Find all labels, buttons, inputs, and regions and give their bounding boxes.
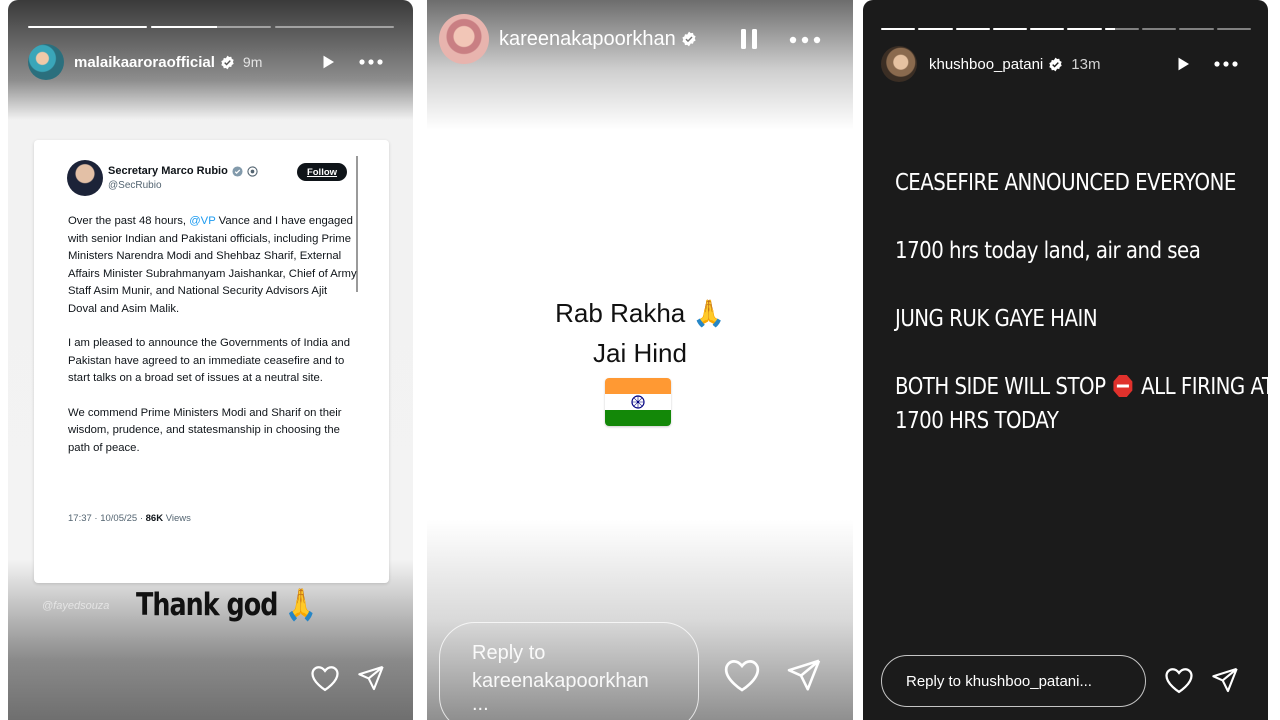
progress-segment — [1142, 28, 1177, 30]
reply-placeholder: ... — [472, 693, 489, 715]
story-kareenakapoorkhan[interactable]: kareenakapoorkhan Rab Rakha 🙏 Jai Hind R… — [427, 0, 853, 720]
story-header: kareenakapoorkhan — [439, 14, 697, 64]
pause-icon[interactable] — [738, 27, 760, 51]
tweet-views-count: 86K — [145, 513, 164, 524]
avatar[interactable] — [881, 46, 917, 82]
government-badge-icon — [247, 165, 258, 177]
tweet-author-name: Secretary Marco Rubio — [108, 165, 228, 177]
more-options-icon[interactable] — [1213, 54, 1239, 74]
reply-placeholder: kareenakapoorkhan — [472, 670, 649, 692]
tweet-paragraph: We commend Prime Ministers Modi and Shar… — [68, 406, 342, 454]
tweet-timestamp: 17:37 · 10/05/25 · — [68, 513, 146, 524]
stop-sign-icon — [1113, 375, 1133, 397]
heart-icon[interactable] — [723, 657, 761, 693]
progress-segment — [1104, 28, 1140, 30]
tweet-views-label: Views — [163, 513, 191, 524]
story-header: khushboo_patani 13m — [881, 46, 1100, 82]
story-text-line-5: 1700 HRS TODAY — [895, 408, 1059, 434]
verified-badge-icon — [1049, 57, 1062, 71]
username[interactable]: malaikaaroraofficial — [74, 54, 215, 71]
progress-segment — [274, 26, 394, 28]
verified-badge-icon — [232, 165, 243, 177]
story-header: malaikaaroraofficial 9m — [28, 44, 262, 80]
tweet-paragraph: Over the past 48 hours, @VP Vance and I … — [68, 213, 358, 318]
story-progress — [28, 26, 394, 29]
username[interactable]: kareenakapoorkhan — [499, 28, 676, 51]
progress-segment — [1030, 28, 1065, 30]
heart-icon[interactable] — [1164, 666, 1194, 694]
progress-segment — [918, 28, 953, 30]
stories-viewer: malaikaaroraofficial 9m Secretary Marco … — [0, 0, 1280, 720]
heart-icon[interactable] — [310, 664, 340, 692]
caption-text: Thank god 🙏 — [136, 587, 317, 623]
story-text-line-2: Jai Hind — [593, 338, 687, 368]
story-malaikaaroraofficial[interactable]: malaikaaroraofficial 9m Secretary Marco … — [8, 0, 413, 720]
tweet-mention: @VP — [189, 215, 216, 227]
story-caption: Thank god 🙏 — [136, 586, 317, 623]
tweet-handle: @SecRubio — [108, 180, 162, 191]
username[interactable]: khushboo_patani — [929, 56, 1043, 73]
reply-placeholder: Reply to — [472, 642, 546, 664]
ashoka-chakra-icon — [631, 395, 645, 409]
progress-segment — [1067, 28, 1102, 30]
play-icon[interactable] — [319, 53, 337, 71]
tweet-text: Over the past 48 hours, — [68, 215, 190, 227]
send-icon[interactable] — [1211, 666, 1239, 694]
story-text-line-1: CEASEFIRE ANNOUNCED EVERYONE — [895, 170, 1236, 196]
tweet-body: Over the past 48 hours, @VP Vance and I … — [68, 213, 358, 474]
tweet-paragraph: I am pleased to announce the Governments… — [68, 337, 350, 384]
story-text-line-2: 1700 hrs today land, air and sea — [895, 238, 1201, 264]
progress-segment — [151, 26, 271, 28]
reply-input[interactable]: Reply to khushboo_patani... — [881, 655, 1146, 707]
more-options-icon[interactable] — [358, 52, 384, 72]
reply-placeholder: Reply to khushboo_patani... — [906, 672, 1092, 690]
avatar[interactable] — [28, 44, 64, 80]
progress-segment — [955, 28, 990, 30]
progress-segment — [992, 28, 1028, 30]
watermark: @fayedsouza — [42, 600, 110, 612]
story-progress — [881, 28, 1251, 31]
story-text: BOTH SIDE WILL STOP — [895, 374, 1106, 400]
tweet-meta: 17:37 · 10/05/25 · 86K Views — [68, 513, 191, 524]
progress-segment — [881, 28, 916, 30]
time-ago: 9m — [242, 54, 263, 70]
send-icon[interactable] — [357, 664, 385, 692]
story-khushboo-patani[interactable]: khushboo_patani 13m CEASEFIRE ANNOUNCED … — [863, 0, 1268, 720]
story-text-line-3: JUNG RUK GAYE HAIN — [895, 306, 1098, 332]
progress-segment — [1179, 28, 1214, 30]
more-options-icon[interactable] — [788, 30, 822, 50]
follow-button: Follow — [297, 163, 347, 181]
play-icon[interactable] — [1174, 55, 1192, 73]
progress-segment — [1216, 28, 1251, 30]
story-text-line-4: BOTH SIDE WILL STOP ALL FIRING AT — [895, 374, 1268, 400]
story-text: ALL FIRING AT — [1141, 374, 1268, 400]
tweet-screenshot: Secretary Marco Rubio @SecRubio Follow O… — [34, 140, 389, 583]
india-flag-icon — [605, 378, 671, 426]
time-ago: 13m — [1071, 55, 1101, 73]
reply-input[interactable]: Reply to kareenakapoorkhan ... — [439, 622, 699, 720]
progress-segment — [28, 26, 148, 28]
send-icon[interactable] — [786, 657, 822, 693]
story-text-line-1: Rab Rakha 🙏 — [555, 298, 725, 328]
tweet-author: Secretary Marco Rubio — [108, 165, 258, 177]
avatar[interactable] — [439, 14, 489, 64]
verified-badge-icon — [221, 55, 234, 69]
tweet-avatar — [67, 160, 103, 196]
tweet-text: Vance and I have engaged with senior Ind… — [68, 215, 357, 315]
verified-badge-icon — [682, 31, 696, 47]
